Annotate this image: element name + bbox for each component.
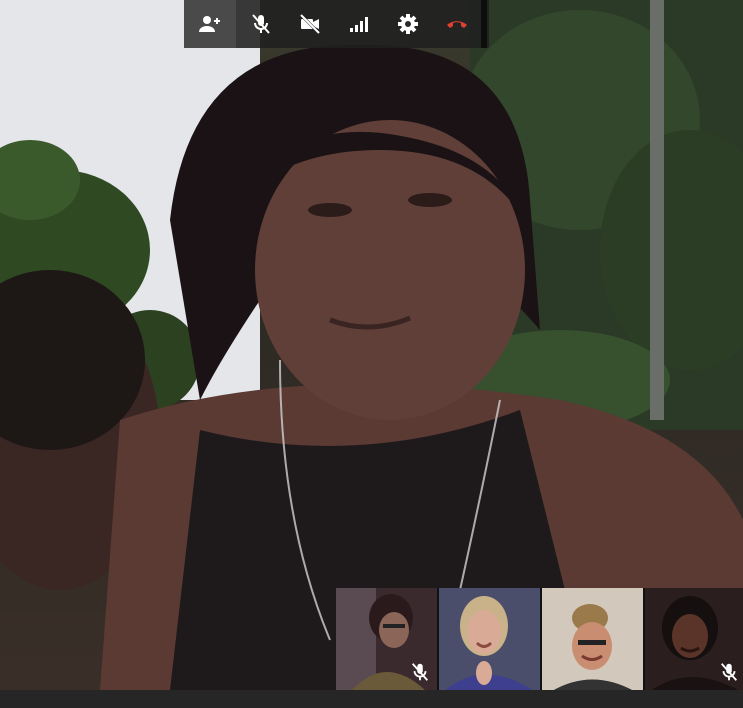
participant-muted-indicator [409,661,431,683]
bottom-status-bar [0,690,743,708]
participant-video-3 [542,588,643,691]
person-add-icon [199,16,220,32]
toolbar-divider [481,0,487,48]
gear-icon [397,14,418,34]
participant-filmstrip [336,588,743,691]
invite-people-button[interactable] [184,0,236,48]
main-video-feed [0,0,743,690]
participant-thumbnail-2[interactable] [439,588,540,691]
videocam-off-icon [299,13,320,35]
mic-off-icon [720,663,738,681]
participant-muted-indicator [718,661,740,683]
camera-toggle-button[interactable] [285,0,334,48]
participant-thumbnail-1[interactable] [336,588,437,691]
bandwidth-button[interactable] [334,0,383,48]
participant-video-2 [439,588,540,691]
hang-up-button[interactable] [432,0,481,48]
participant-thumbnail-3[interactable] [542,588,643,691]
settings-button[interactable] [383,0,432,48]
call-toolbar [184,0,489,48]
phone-hangup-icon [446,21,467,28]
main-video-image [0,0,743,690]
mic-off-icon [251,14,270,34]
mute-microphone-button[interactable] [236,0,285,48]
mic-off-icon [411,663,429,681]
signal-bars-icon [349,17,368,32]
participant-thumbnail-4[interactable] [645,588,743,691]
